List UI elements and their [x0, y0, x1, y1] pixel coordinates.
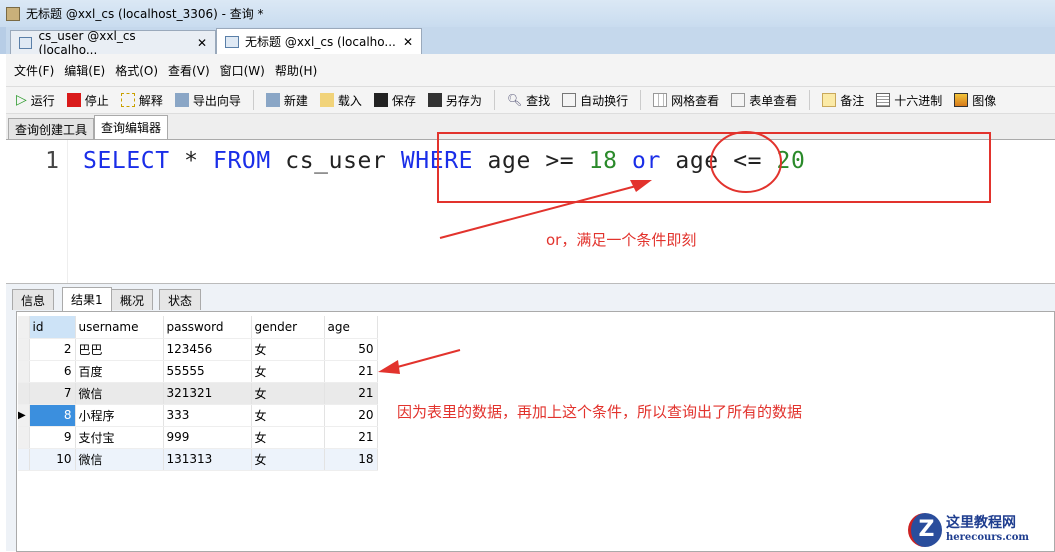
annotation-overlay	[378, 131, 991, 374]
watermark-url: herecours.com	[946, 531, 1030, 543]
annotation-result: 因为表里的数据，再加上这个条件，所以查询出了所有的数据	[397, 403, 803, 421]
arrow-head-icon	[630, 180, 652, 192]
arrow-head-icon	[378, 360, 400, 374]
watermark-logo: Z 这里教程网 herecours.com	[908, 508, 1055, 551]
watermark-name: 这里教程网	[946, 515, 1016, 532]
logo-z-icon: Z	[908, 512, 942, 547]
highlight-ellipse	[710, 131, 782, 193]
annotation-or: or，满足一个条件即刻	[546, 231, 697, 249]
arrow-line	[389, 349, 461, 370]
highlight-box	[437, 132, 991, 203]
